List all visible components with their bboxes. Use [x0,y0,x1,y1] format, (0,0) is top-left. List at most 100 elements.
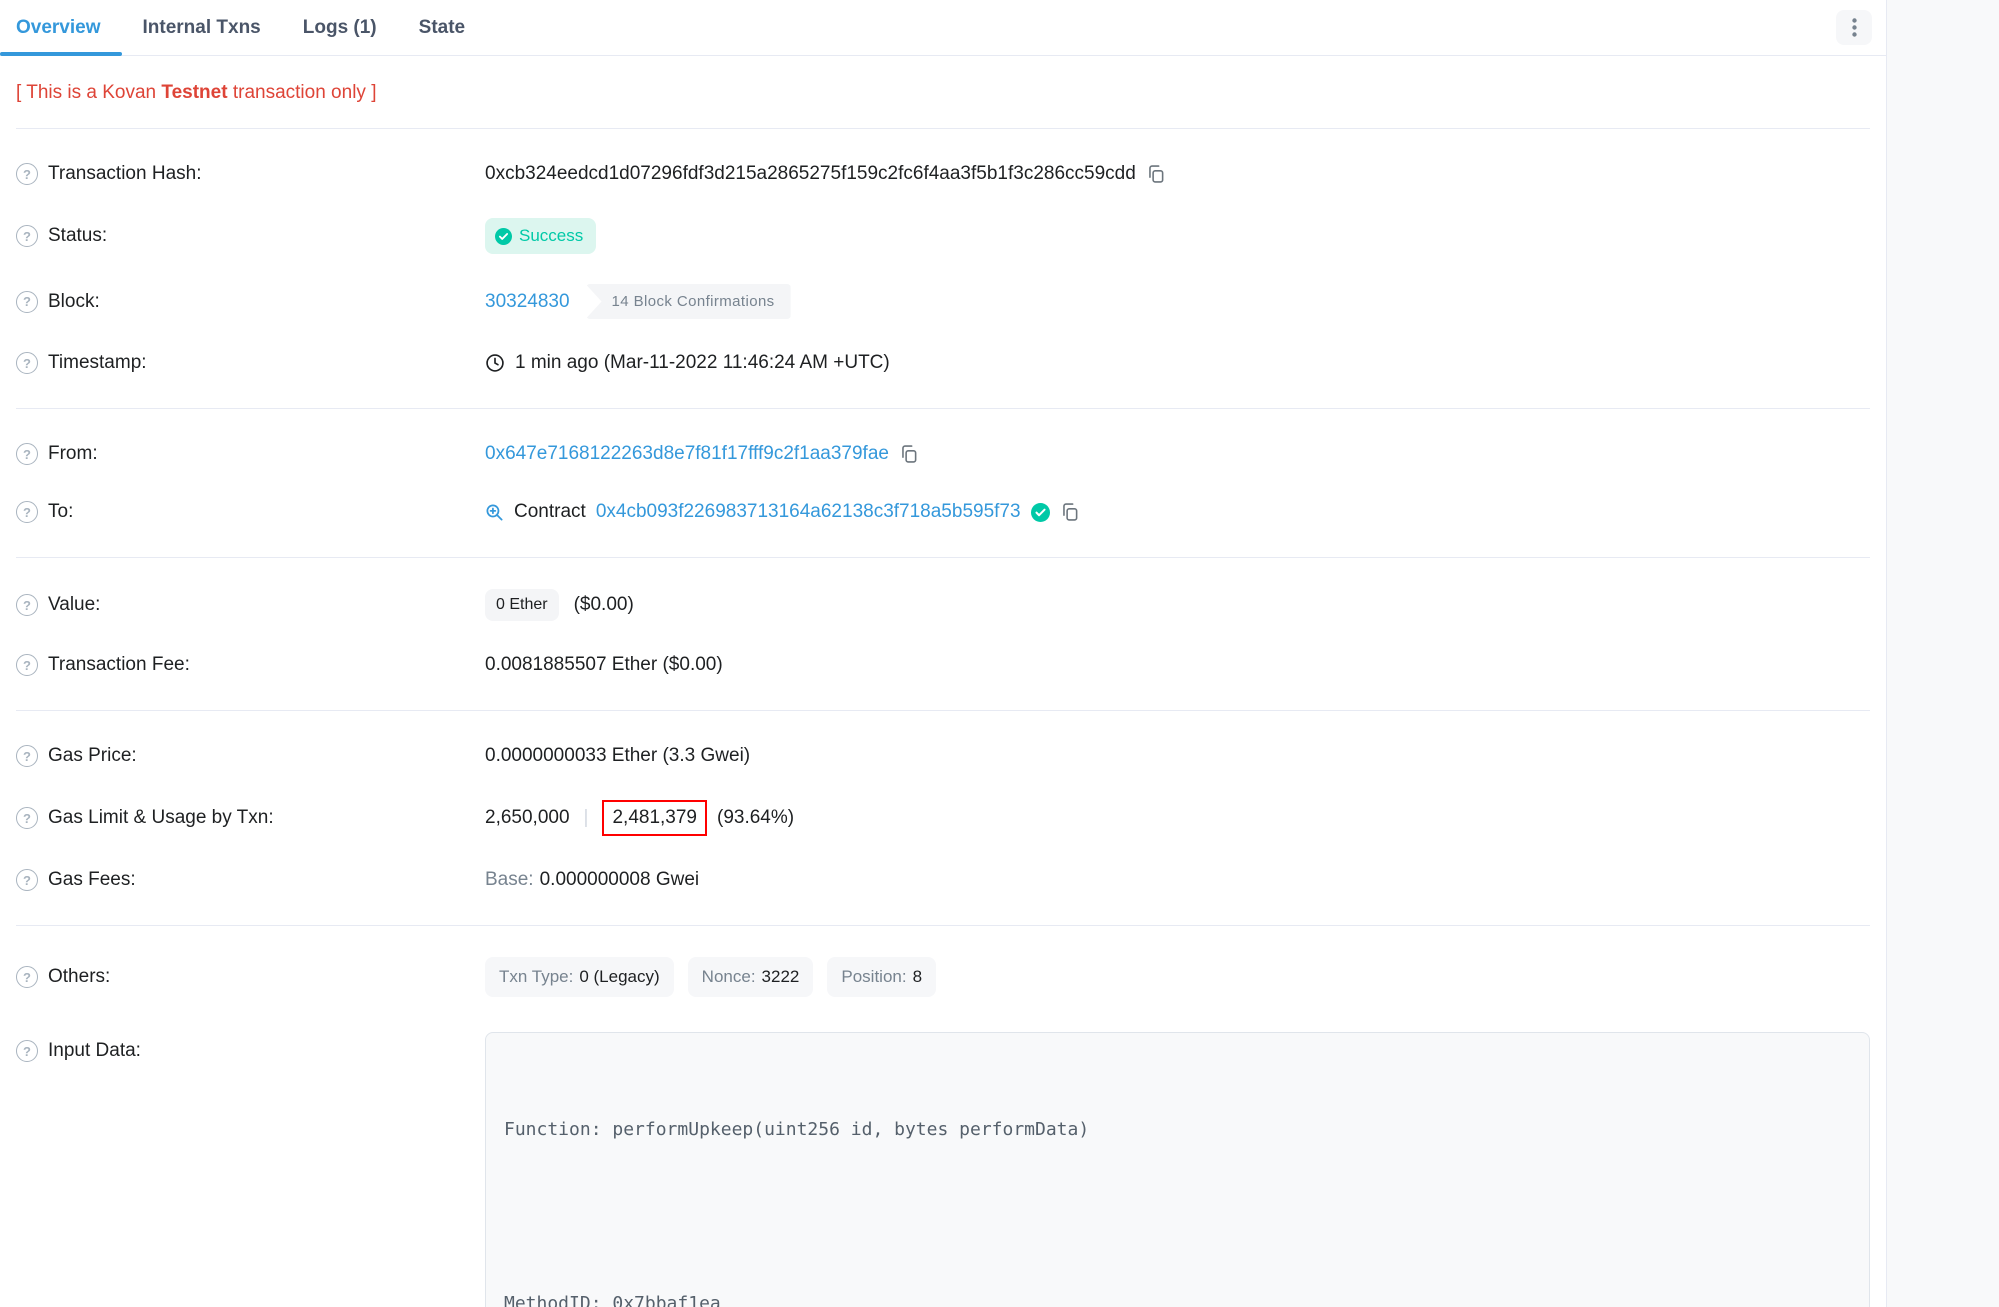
more-options-button[interactable] [1836,10,1872,45]
row-value: ? Value: 0 Ether ($0.00) [16,574,1870,636]
copy-icon [1060,502,1079,522]
right-gutter [1886,0,1999,1307]
position-key: Position: [841,967,906,987]
block-label: Block: [48,291,100,313]
copy-from-button[interactable] [899,444,918,464]
copy-to-button[interactable] [1060,502,1079,522]
row-transaction-fee: ? Transaction Fee: 0.0081885507 Ether ($… [16,636,1870,694]
nonce-badge: Nonce: 3222 [688,957,814,997]
row-from: ? From: 0x647e7168122263d8e7f81f17fff9c2… [16,425,1870,483]
help-icon[interactable]: ? [16,352,38,374]
help-icon[interactable]: ? [16,966,38,988]
copy-hash-button[interactable] [1146,164,1165,184]
from-label: From: [48,443,98,465]
gas-price-label: Gas Price: [48,745,137,767]
tab-overview[interactable]: Overview [0,0,122,55]
gas-limit-label: Gas Limit & Usage by Txn: [48,807,274,829]
warning-section: [ This is a Kovan Testnet transaction on… [16,56,1870,129]
gas-used-value: 2,481,379 [612,807,697,828]
copy-icon [899,444,918,464]
transaction-hash-label: Transaction Hash: [48,163,201,185]
row-status: ? Status: Success [16,203,1870,269]
input-data-line: MethodID: 0x7bbaf1ea [504,1289,1851,1307]
zoom-in-icon[interactable] [485,503,504,522]
help-icon[interactable]: ? [16,443,38,465]
section-hash-status: ? Transaction Hash: 0xcb324eedcd1d07296f… [16,129,1870,409]
timestamp-value: 1 min ago (Mar-11-2022 11:46:24 AM +UTC) [515,352,890,374]
help-icon[interactable]: ? [16,654,38,676]
help-icon[interactable]: ? [16,501,38,523]
testnet-warning: [ This is a Kovan Testnet transaction on… [16,82,1870,104]
kebab-icon [1852,18,1857,37]
nonce-value: 3222 [762,967,800,987]
input-data-label: Input Data: [48,1040,141,1062]
section-gas: ? Gas Price: 0.0000000033 Ether (3.3 Gwe… [16,711,1870,926]
value-usd: ($0.00) [574,594,634,616]
row-others: ? Others: Txn Type: 0 (Legacy) Nonce: 32… [16,942,1870,1012]
position-badge: Position: 8 [827,957,936,997]
row-transaction-hash: ? Transaction Hash: 0xcb324eedcd1d07296f… [16,145,1870,203]
value-label: Value: [48,594,100,616]
ether-value-badge: 0 Ether [485,589,559,621]
help-icon[interactable]: ? [16,225,38,247]
input-data-textarea[interactable]: Function: performUpkeep(uint256 id, byte… [485,1032,1870,1307]
status-label: Status: [48,225,107,247]
help-icon[interactable]: ? [16,745,38,767]
row-gas-price: ? Gas Price: 0.0000000033 Ether (3.3 Gwe… [16,727,1870,785]
txn-type-value: 0 (Legacy) [579,967,659,987]
gas-price-value: 0.0000000033 Ether (3.3 Gwei) [485,745,750,767]
gas-used-percent: (93.64%) [717,807,794,829]
gas-used-annotation-box: 2,481,379 [602,800,707,836]
row-gas-limit-usage: ? Gas Limit & Usage by Txn: 2,650,000 | … [16,785,1870,851]
gas-fees-base-label: Base: [485,869,534,891]
help-icon[interactable]: ? [16,594,38,616]
warning-prefix: [ This is a Kovan [16,82,161,103]
page: Overview Internal Txns Logs (1) State [ … [0,0,1999,1307]
help-icon[interactable]: ? [16,869,38,891]
to-contract-word: Contract [514,501,586,523]
to-label: To: [48,501,73,523]
others-label: Others: [48,966,110,988]
help-icon[interactable]: ? [16,291,38,313]
gas-fees-label: Gas Fees: [48,869,136,891]
input-data-line: Function: performUpkeep(uint256 id, byte… [504,1115,1851,1144]
row-gas-fees: ? Gas Fees: Base: 0.000000008 Gwei [16,851,1870,909]
from-address-link[interactable]: 0x647e7168122263d8e7f81f17fff9c2f1aa379f… [485,443,889,465]
position-value: 8 [913,967,922,987]
help-icon[interactable]: ? [16,807,38,829]
clock-icon [485,353,505,373]
check-circle-icon [495,228,512,245]
tab-internal-txns[interactable]: Internal Txns [122,0,282,55]
section-from-to: ? From: 0x647e7168122263d8e7f81f17fff9c2… [16,409,1870,558]
txn-type-badge: Txn Type: 0 (Legacy) [485,957,674,997]
gas-limit-separator: | [580,807,593,829]
row-block: ? Block: 30324830 14 Block Confirmations [16,269,1870,334]
transaction-fee-label: Transaction Fee: [48,654,190,676]
block-confirmations-badge: 14 Block Confirmations [586,284,791,319]
nonce-key: Nonce: [702,967,756,987]
warning-suffix: transaction only ] [228,82,377,103]
transaction-detail-card: Overview Internal Txns Logs (1) State [ … [0,0,1886,1307]
section-others-input: ? Others: Txn Type: 0 (Legacy) Nonce: 32… [16,926,1870,1307]
gas-limit-value: 2,650,000 [485,807,570,829]
help-icon[interactable]: ? [16,1040,38,1062]
timestamp-label: Timestamp: [48,352,147,374]
transaction-hash-value: 0xcb324eedcd1d07296fdf3d215a2865275f159c… [485,163,1136,185]
status-badge: Success [485,218,596,254]
row-to: ? To: Contract 0x4cb093f226983713164a621… [16,483,1870,541]
tab-bar: Overview Internal Txns Logs (1) State [0,0,1886,56]
input-data-line [504,1202,1851,1231]
section-value-fee: ? Value: 0 Ether ($0.00) ? Transaction F… [16,558,1870,711]
warning-bold: Testnet [161,82,227,103]
transaction-fee-value: 0.0081885507 Ether ($0.00) [485,654,723,676]
tab-logs[interactable]: Logs (1) [282,0,398,55]
row-input-data: ? Input Data: Function: performUpkeep(ui… [16,1012,1870,1307]
status-badge-text: Success [519,226,583,246]
txn-type-key: Txn Type: [499,967,573,987]
to-address-link[interactable]: 0x4cb093f226983713164a62138c3f718a5b595f… [596,501,1021,523]
help-icon[interactable]: ? [16,163,38,185]
block-number-link[interactable]: 30324830 [485,291,570,313]
row-timestamp: ? Timestamp: 1 min ago (Mar-11-2022 11:4… [16,334,1870,392]
tab-state[interactable]: State [398,0,486,55]
copy-icon [1146,164,1165,184]
